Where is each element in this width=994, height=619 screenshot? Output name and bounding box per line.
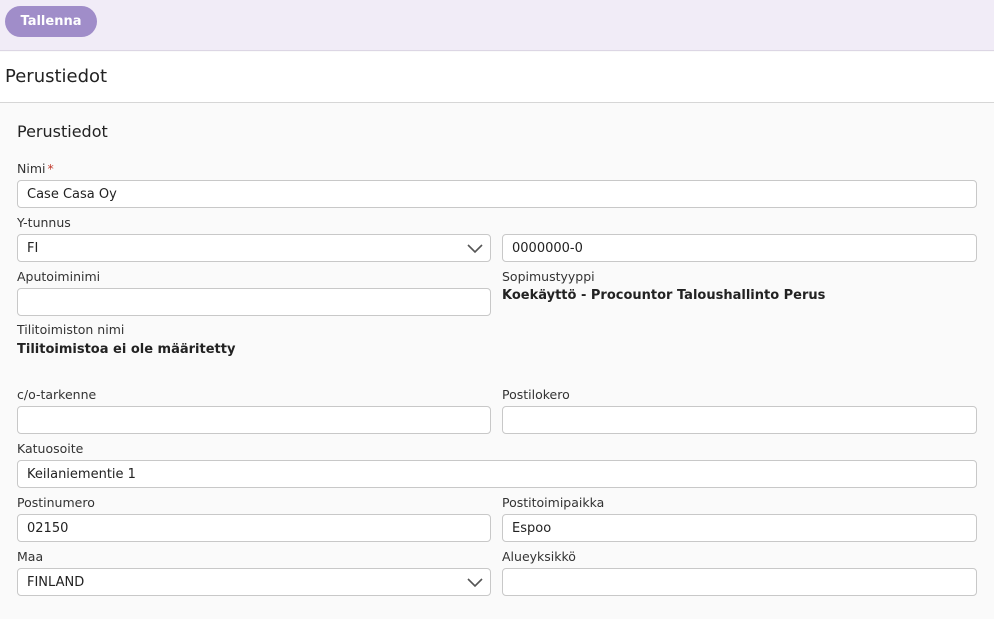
toolbar: Tallenna [0,0,994,51]
postinumero-input[interactable] [17,514,491,542]
page-header: Perustiedot [0,52,994,103]
alueyksikko-input[interactable] [502,568,977,596]
katuosoite-input[interactable] [17,460,977,488]
postilokero-input[interactable] [502,406,977,434]
postilokero-label: Postilokero [502,387,570,402]
nimi-label: Nimi * [17,161,54,176]
sopimustyyppi-label: Sopimustyyppi [502,269,595,284]
aputoiminimi-label: Aputoiminimi [17,269,101,284]
maa-select[interactable]: FINLAND [17,568,491,596]
co-tarkenne-label: c/o-tarkenne [17,387,97,402]
aputoiminimi-input[interactable] [17,288,491,316]
nimi-input[interactable] [17,180,977,208]
postinumero-label: Postinumero [17,495,95,510]
maa-value: FINLAND [27,575,85,590]
nimi-label-text: Nimi [17,161,46,176]
page-title: Perustiedot [5,66,108,87]
postitoimipaikka-label: Postitoimipaikka [502,495,605,510]
sopimustyyppi-value: Koekäyttö - Procountor Taloushallinto Pe… [502,288,826,303]
tilitoimisto-label: Tilitoimiston nimi [17,322,125,337]
ytunnus-country-value: FI [27,241,39,256]
chevron-down-icon [467,578,483,588]
katuosoite-label: Katuosoite [17,441,84,456]
alueyksikko-label: Alueyksikkö [502,549,576,564]
postitoimipaikka-input[interactable] [502,514,977,542]
save-button[interactable]: Tallenna [5,6,97,37]
co-tarkenne-input[interactable] [17,406,491,434]
chevron-down-icon [467,244,483,254]
maa-label: Maa [17,549,44,564]
ytunnus-label: Y-tunnus [17,215,71,230]
required-marker: * [47,161,54,176]
tilitoimisto-value: Tilitoimistoa ei ole määritetty [17,342,236,357]
section-title: Perustiedot [17,122,108,141]
ytunnus-input[interactable] [502,234,977,262]
ytunnus-country-select[interactable]: FI [17,234,491,262]
